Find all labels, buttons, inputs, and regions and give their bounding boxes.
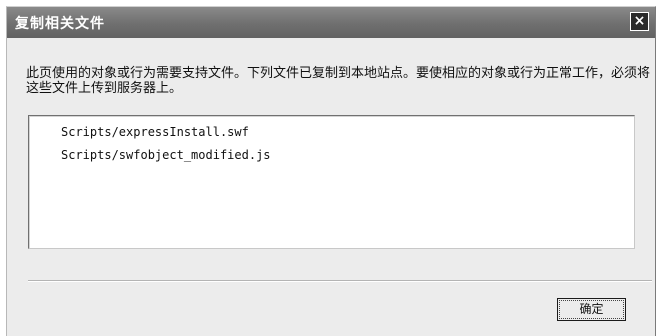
ok-button-label: 确定 (559, 300, 624, 319)
close-icon[interactable]: × (630, 12, 649, 31)
separator (28, 280, 652, 282)
title-bar[interactable]: 复制相关文件 × (7, 7, 655, 38)
file-list[interactable]: Scripts/expressInstall.swf Scripts/swfob… (28, 115, 635, 249)
copy-dependent-files-dialog: 复制相关文件 × 此页使用的对象或行为需要支持文件。下列文件已复制到本地站点。要… (6, 6, 656, 336)
dialog-title: 复制相关文件 (15, 16, 105, 32)
file-list-item[interactable]: Scripts/swfobject_modified.js (61, 148, 271, 162)
message-text: 此页使用的对象或行为需要支持文件。下列文件已复制到本地站点。要使相应的对象或行为… (26, 66, 651, 96)
file-list-item[interactable]: Scripts/expressInstall.swf (61, 125, 249, 139)
ok-button[interactable]: 确定 (557, 298, 626, 321)
